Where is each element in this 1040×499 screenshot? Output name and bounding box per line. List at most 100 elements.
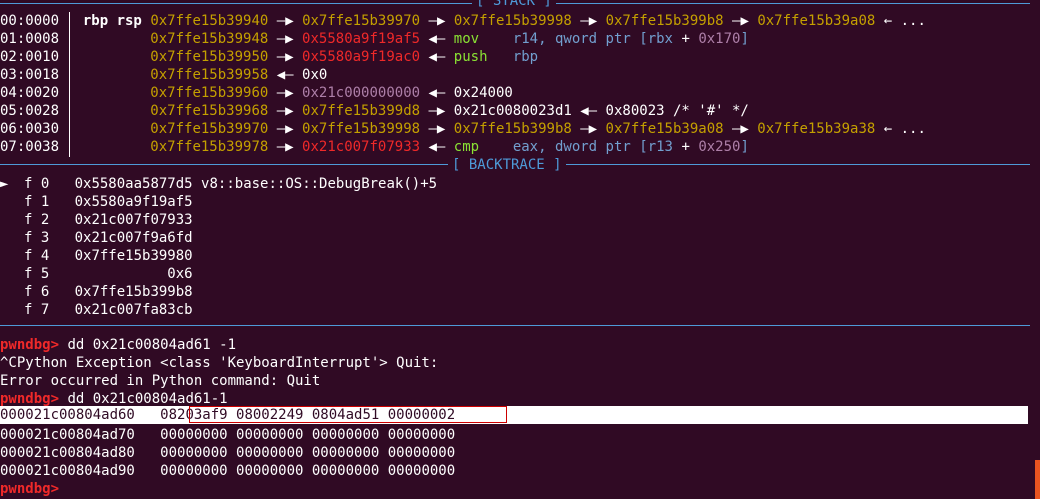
arrow-right-icon: —▶ xyxy=(732,13,749,29)
arrow-left-icon: ◀— xyxy=(428,85,446,101)
frame-address: 0x21c007fa83cb xyxy=(74,302,193,318)
stack-row: 05:0028 0x7ffe15b39968 —▶ 0x7ffe15b399d8… xyxy=(0,102,749,120)
memory-address: 000021c00804ad80 xyxy=(0,445,135,461)
stack-value: 0x21c0080023d1 xyxy=(453,103,572,119)
backtrace-frame: f 1 0x5580a9f19af5 xyxy=(0,193,193,211)
arrow-right-icon: —▶ xyxy=(276,13,294,29)
backtrace-header: [ BACKTRACE ] xyxy=(448,156,566,174)
command-text: dd 0x21c00804ad61 -1 xyxy=(59,337,237,353)
stack-pointer-value: 0x7ffe15b39998 xyxy=(302,121,421,137)
stack-pointer-value: 0x7ffe15b399b8 xyxy=(605,13,724,29)
instruction-register: rbx xyxy=(647,31,673,47)
memory-dump-row: 000021c00804ad90 00000000 00000000 00000… xyxy=(0,462,455,480)
arrow-right-icon: —▶ xyxy=(580,13,598,29)
arrow-right-icon: —▶ xyxy=(276,85,294,101)
frame-index: f 3 xyxy=(24,230,50,246)
frame-index: f 5 xyxy=(24,266,50,282)
arrow-right-icon: —▶ xyxy=(732,121,749,137)
stack-row: 02:0010 0x7ffe15b39950 —▶ 0x5580a9f19ac0… xyxy=(0,48,538,66)
frame-address: 0x5580aa5877d5 xyxy=(74,176,193,192)
command-text: dd 0x21c00804ad61-1 xyxy=(59,391,228,407)
code-pointer: 0x21c007f07933 xyxy=(302,139,421,155)
stack-pointer-value: 0x7ffe15b399b8 xyxy=(453,121,572,137)
stack-address: 0x7ffe15b39968 xyxy=(150,103,269,119)
stack-row: 07:0038 0x7ffe15b39978 —▶ 0x21c007f07933… xyxy=(0,138,749,156)
instruction-operand: qword ptr xyxy=(554,31,631,47)
selection-box xyxy=(189,406,507,423)
bracket: [ xyxy=(639,139,648,155)
arrow-right-icon: —▶ xyxy=(428,121,446,137)
instruction-mnemonic: push xyxy=(453,49,488,65)
console-line: ^CPython Exception <class 'KeyboardInter… xyxy=(0,355,439,371)
stack-registers: rbp rsp xyxy=(82,13,142,29)
frame-index: f 0 xyxy=(24,176,50,192)
stack-offset: 03:0018 xyxy=(0,67,60,83)
bracket: ] xyxy=(740,139,749,155)
instruction-immediate: 0x170 xyxy=(698,31,741,47)
backtrace-frame: f 6 0x7ffe15b399b8 xyxy=(0,283,193,301)
stack-tail: ← ... xyxy=(883,13,926,29)
console-separator xyxy=(0,325,1030,326)
frame-index: f 4 xyxy=(24,248,50,264)
arrow-left-icon: ◀— xyxy=(428,49,446,65)
console-line: Error occurred in Python command: Quit xyxy=(0,373,321,389)
backtrace-frame: f 4 0x7ffe15b39980 xyxy=(0,247,193,265)
arrow-left-icon: ◀— xyxy=(276,67,294,83)
frame-index: f 2 xyxy=(24,212,50,228)
arrow-right-icon: —▶ xyxy=(276,49,294,65)
frame-symbol: v8::base::OS::DebugBreak()+5 xyxy=(201,176,438,192)
stack-pointer-value: 0x7ffe15b39970 xyxy=(302,13,421,29)
stack-offset: 06:0030 xyxy=(0,121,60,137)
arrow-right-icon: —▶ xyxy=(276,31,294,47)
console-input-line[interactable]: pwndbg> xyxy=(0,480,59,498)
stack-header: [ STACK ] xyxy=(472,0,556,10)
memory-dump-row: 000021c00804ad70 00000000 00000000 00000… xyxy=(0,426,455,444)
instruction-register: r13 xyxy=(647,139,673,155)
frame-index: f 1 xyxy=(24,194,50,210)
arrow-right-icon: —▶ xyxy=(276,121,294,137)
stack-offset: 02:0010 xyxy=(0,49,60,65)
arrow-left-icon: ◀— xyxy=(428,139,446,155)
prompt: pwndbg> xyxy=(0,391,60,407)
stack-address: 0x7ffe15b39970 xyxy=(150,121,269,137)
stack-address: 0x7ffe15b39948 xyxy=(150,31,269,47)
code-pointer: 0x5580a9f19af5 xyxy=(302,31,421,47)
frame-index: f 7 xyxy=(24,302,50,318)
frame-address: 0x5580a9f19af5 xyxy=(74,194,193,210)
memory-words: 00000000 00000000 00000000 00000000 xyxy=(160,445,456,461)
value-comment: /* '#' */ xyxy=(673,103,749,119)
stack-row: 03:0018 0x7ffe15b39958 ◀— 0x0 xyxy=(0,66,327,84)
memory-address: 000021c00804ad90 xyxy=(0,463,135,479)
bracket: ] xyxy=(740,31,749,47)
memory-words: 00000000 00000000 00000000 00000000 xyxy=(160,427,456,443)
arrow-left-icon: ◀— xyxy=(580,103,598,119)
stack-offset: 07:0038 xyxy=(0,139,60,155)
stack-pointer-value: 0x7ffe15b39a38 xyxy=(757,121,876,137)
heap-pointer: 0x21c000000000 xyxy=(302,85,421,101)
backtrace-frame: f 3 0x21c007f9a6fd xyxy=(0,229,193,247)
arrow-left-icon: ◀— xyxy=(428,31,446,47)
frame-address: 0x7ffe15b39980 xyxy=(74,248,193,264)
arrow-right-icon: —▶ xyxy=(276,103,294,119)
instruction-mnemonic: cmp xyxy=(453,139,480,155)
stack-row: 06:0030 0x7ffe15b39970 —▶ 0x7ffe15b39998… xyxy=(0,120,926,138)
frame-index: f 6 xyxy=(24,284,50,300)
instruction-operand: eax, xyxy=(512,139,547,155)
frame-address: 0x6 xyxy=(74,266,193,282)
stack-row: 01:0008 0x7ffe15b39948 —▶ 0x5580a9f19af5… xyxy=(0,30,749,48)
stack-pointer-value: 0x7ffe15b39a08 xyxy=(605,121,724,137)
prompt: pwndbg> xyxy=(0,337,60,353)
stack-pointer-value: 0x7ffe15b39998 xyxy=(453,13,572,29)
stack-offset: 01:0008 xyxy=(0,31,60,47)
backtrace-frame: f 7 0x21c007fa83cb xyxy=(0,301,193,319)
arrow-right-icon: —▶ xyxy=(428,103,446,119)
scrollbar-thumb[interactable] xyxy=(1035,460,1040,499)
backtrace-frame: f 2 0x21c007f07933 xyxy=(0,211,193,229)
memory-address: 000021c00804ad70 xyxy=(0,427,135,443)
operator: + xyxy=(681,139,690,155)
stack-address: 0x7ffe15b39978 xyxy=(150,139,269,155)
stack-row: 00:0000 rbp rsp 0x7ffe15b39940 —▶ 0x7ffe… xyxy=(0,12,926,30)
backtrace-frame: ► f 0 0x5580aa5877d5 v8::base::OS::DebugB… xyxy=(0,175,437,193)
stack-offset: 04:0020 xyxy=(0,85,60,101)
frame-address: 0x21c007f07933 xyxy=(74,212,193,228)
